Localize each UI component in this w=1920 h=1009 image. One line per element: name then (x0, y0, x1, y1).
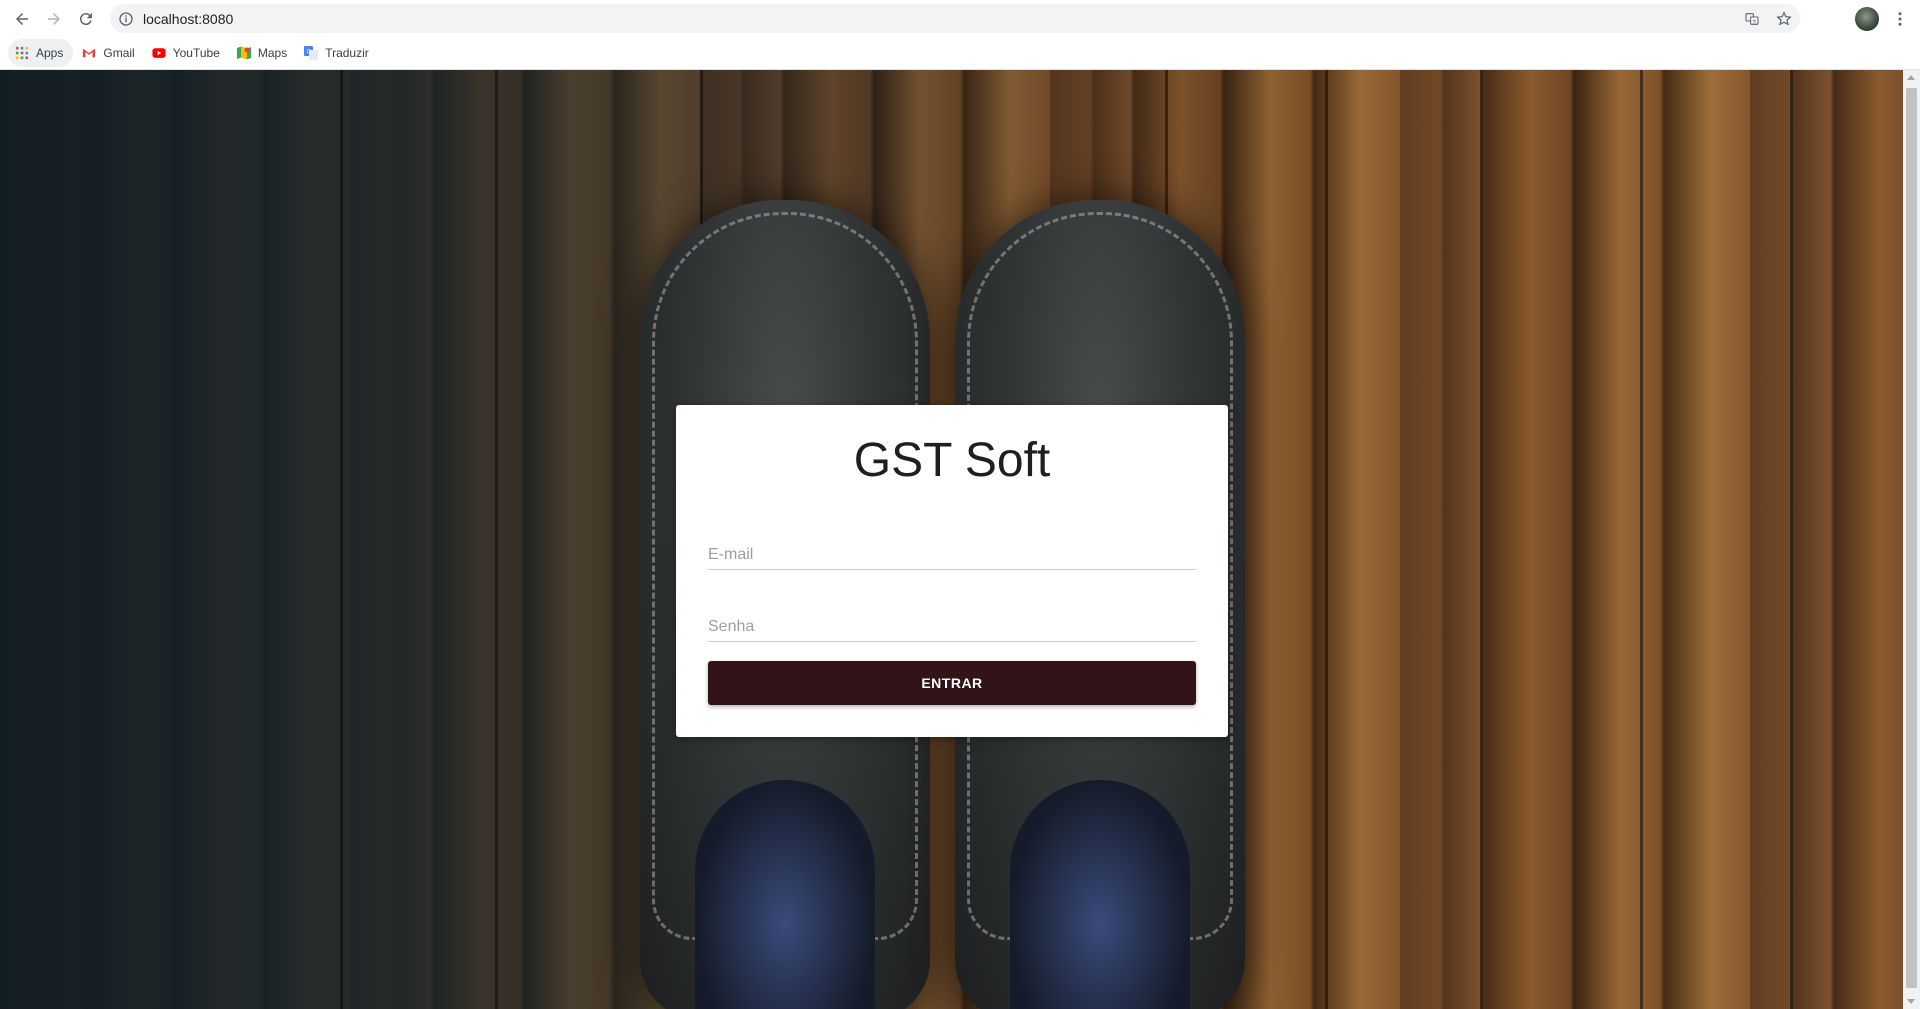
bookmark-maps[interactable]: Maps (228, 39, 295, 67)
bookmark-label: Apps (36, 46, 64, 60)
floor-plank-line (1790, 70, 1793, 1009)
forward-button[interactable] (38, 3, 70, 35)
floor-plank-line (1640, 70, 1643, 1009)
youtube-icon (151, 45, 167, 61)
bookmark-youtube[interactable]: YouTube (143, 39, 228, 67)
reload-button[interactable] (70, 3, 102, 35)
scroll-up-icon[interactable] (1907, 75, 1915, 80)
bookmark-apps[interactable]: Apps (8, 39, 74, 67)
info-icon[interactable] (118, 11, 134, 27)
browser-toolbar: localhost:8080 文 (0, 0, 1920, 37)
arrow-right-icon (48, 12, 60, 25)
page-title: GST Soft (853, 434, 1051, 487)
arrow-left-icon (16, 12, 28, 25)
gmail-icon (81, 45, 97, 61)
scroll-down-icon[interactable] (1907, 999, 1915, 1004)
bookmark-label: Gmail (103, 46, 135, 60)
floor-plank-line (1325, 70, 1328, 1009)
login-card: GST Soft ENTRAR (676, 405, 1228, 737)
password-field[interactable] (708, 602, 1196, 642)
translate-icon[interactable]: 文 (1742, 9, 1762, 29)
maps-icon (236, 45, 252, 61)
avatar[interactable] (1855, 7, 1879, 31)
bookmark-gmail[interactable]: Gmail (73, 39, 142, 67)
shoe-opening (1010, 780, 1190, 1009)
bookmark-label: Maps (257, 46, 288, 60)
url-text[interactable]: localhost:8080 (143, 11, 233, 27)
floor-plank-line (1480, 70, 1483, 1009)
apps-grid-icon (14, 45, 30, 61)
reload-icon (79, 12, 92, 25)
background-image: GST Soft ENTRAR (0, 70, 1903, 1009)
translate-icon: G (303, 45, 319, 61)
floor-plank-line (495, 70, 498, 1009)
bookmark-traduzir[interactable]: G Traduzir (295, 39, 377, 67)
shoe-opening (695, 780, 875, 1009)
back-button[interactable] (6, 3, 38, 35)
star-icon[interactable] (1774, 9, 1794, 29)
email-field[interactable] (708, 530, 1196, 570)
login-button[interactable]: ENTRAR (708, 661, 1196, 705)
bookmark-label: Traduzir (325, 46, 369, 60)
svg-text:G: G (307, 49, 312, 56)
scrollbar[interactable] (1903, 70, 1920, 1009)
more-vert-icon[interactable] (1890, 6, 1910, 32)
address-bar[interactable]: localhost:8080 文 (110, 4, 1800, 33)
scrollbar-thumb[interactable] (1906, 88, 1917, 988)
bookmarks-bar: Apps Gmail YouTube Maps G Traduzir (0, 37, 1920, 70)
bookmark-label: YouTube (172, 46, 220, 60)
floor-plank-line (340, 70, 343, 1009)
